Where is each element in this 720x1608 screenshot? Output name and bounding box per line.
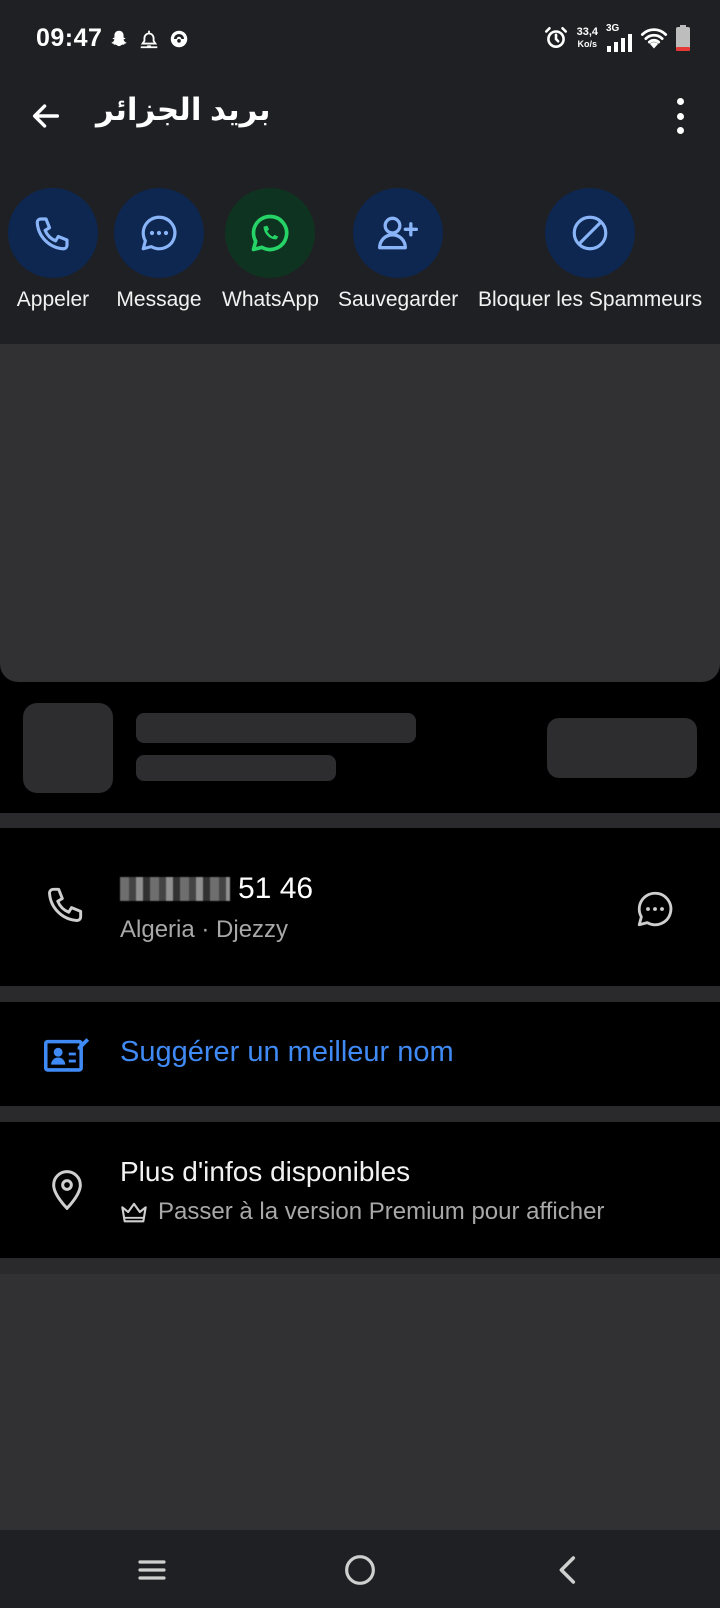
skeleton-line-primary bbox=[136, 713, 416, 743]
home-button[interactable] bbox=[338, 1548, 382, 1592]
recents-menu-icon bbox=[138, 1560, 166, 1580]
skeleton-line-secondary bbox=[136, 755, 336, 781]
phone-number-row[interactable]: 51 46 Algeria · Djezzy bbox=[0, 828, 720, 986]
redacted-digits bbox=[120, 877, 230, 901]
phone-icon bbox=[48, 887, 83, 922]
network-type: 3G bbox=[606, 23, 620, 34]
more-info-title: Plus d'infos disponibles bbox=[120, 1156, 411, 1187]
skeleton-avatar bbox=[23, 703, 113, 793]
section-divider bbox=[0, 1258, 720, 1274]
premium-hint: Passer à la version Premium pour affiche… bbox=[120, 1198, 604, 1226]
alarm-bell-icon bbox=[140, 30, 158, 49]
net-speed-value: 33,4 bbox=[576, 26, 598, 38]
suggest-name-label: Suggérer un meilleur nom bbox=[120, 1036, 454, 1068]
net-speed: 33,4 Ko/s bbox=[577, 26, 598, 50]
wifi-icon bbox=[640, 28, 668, 49]
top-app-bar: بريد الجزائر bbox=[0, 80, 720, 164]
block-icon bbox=[572, 215, 608, 251]
snapchat-icon bbox=[111, 30, 127, 47]
block-spammers-action-label: Bloquer les Spammeurs bbox=[478, 288, 703, 311]
call-action-label: Appeler bbox=[16, 288, 90, 311]
status-time: 09:47 bbox=[36, 24, 103, 52]
net-speed-unit: Ko/s bbox=[577, 39, 598, 49]
message-action-label: Message bbox=[116, 288, 202, 311]
save-contact-action-label: Sauvegarder bbox=[338, 288, 459, 311]
location-pin-icon bbox=[52, 1170, 82, 1211]
crown-icon bbox=[121, 1202, 147, 1223]
back-button[interactable] bbox=[26, 96, 66, 136]
phone-carrier: Algeria · Djezzy bbox=[120, 916, 289, 943]
whatsapp-icon bbox=[252, 214, 289, 252]
status-right: 33,4 Ko/s 3G bbox=[543, 24, 690, 52]
notification-icons bbox=[108, 28, 190, 50]
home-icon bbox=[345, 1555, 375, 1585]
skeleton-button bbox=[547, 718, 697, 778]
save-contact-action-button[interactable]: Sauvegarder bbox=[338, 188, 458, 312]
system-back-button[interactable] bbox=[546, 1548, 590, 1592]
chat-bubble-icon bbox=[141, 215, 177, 251]
more-info-row[interactable]: Plus d'infos disponibles Passer à la ver… bbox=[0, 1122, 720, 1258]
empty-content-area bbox=[0, 1274, 720, 1530]
section-divider bbox=[0, 986, 720, 1002]
arrow-left-icon bbox=[32, 104, 60, 128]
suggest-name-row[interactable]: Suggérer un meilleur nom bbox=[0, 1002, 720, 1106]
system-navigation-bar bbox=[0, 1530, 720, 1608]
message-action-button[interactable]: Message bbox=[114, 188, 204, 312]
quick-actions: Appeler Message WhatsApp Sauvegarder Blo… bbox=[0, 164, 720, 344]
section-divider bbox=[0, 1106, 720, 1122]
recents-button[interactable] bbox=[130, 1548, 174, 1592]
chat-bubble-icon bbox=[637, 891, 673, 927]
phone-number-visible: 51 46 bbox=[238, 872, 314, 905]
whatsapp-action-label: WhatsApp bbox=[222, 288, 319, 311]
battery-low-icon bbox=[676, 25, 690, 51]
block-spammers-action-button[interactable]: Bloquer les Spammeurs bbox=[478, 188, 702, 312]
app-notification-icon bbox=[170, 30, 188, 48]
contact-name-title: بريد الجزائر bbox=[96, 92, 271, 127]
person-add-icon bbox=[378, 216, 419, 250]
more-options-button[interactable] bbox=[672, 94, 688, 138]
signal-icon bbox=[607, 34, 632, 52]
send-sms-button[interactable] bbox=[634, 888, 676, 935]
whatsapp-action-button[interactable]: WhatsApp bbox=[222, 188, 319, 312]
back-chevron-icon bbox=[559, 1556, 576, 1584]
alarm-clock-icon bbox=[544, 26, 567, 48]
call-action-button[interactable]: Appeler bbox=[8, 188, 98, 312]
phone-icon bbox=[35, 217, 69, 251]
status-bar: 09:47 33,4 Ko/s 3G bbox=[0, 0, 720, 80]
premium-hint-text: Passer à la version Premium pour affiche… bbox=[158, 1198, 605, 1225]
phone-number: 51 46 bbox=[120, 872, 313, 906]
edit-contact-card-icon bbox=[44, 1038, 90, 1072]
section-divider bbox=[0, 813, 720, 828]
details-placeholder-panel bbox=[0, 344, 720, 682]
more-vert-icon bbox=[676, 98, 684, 105]
